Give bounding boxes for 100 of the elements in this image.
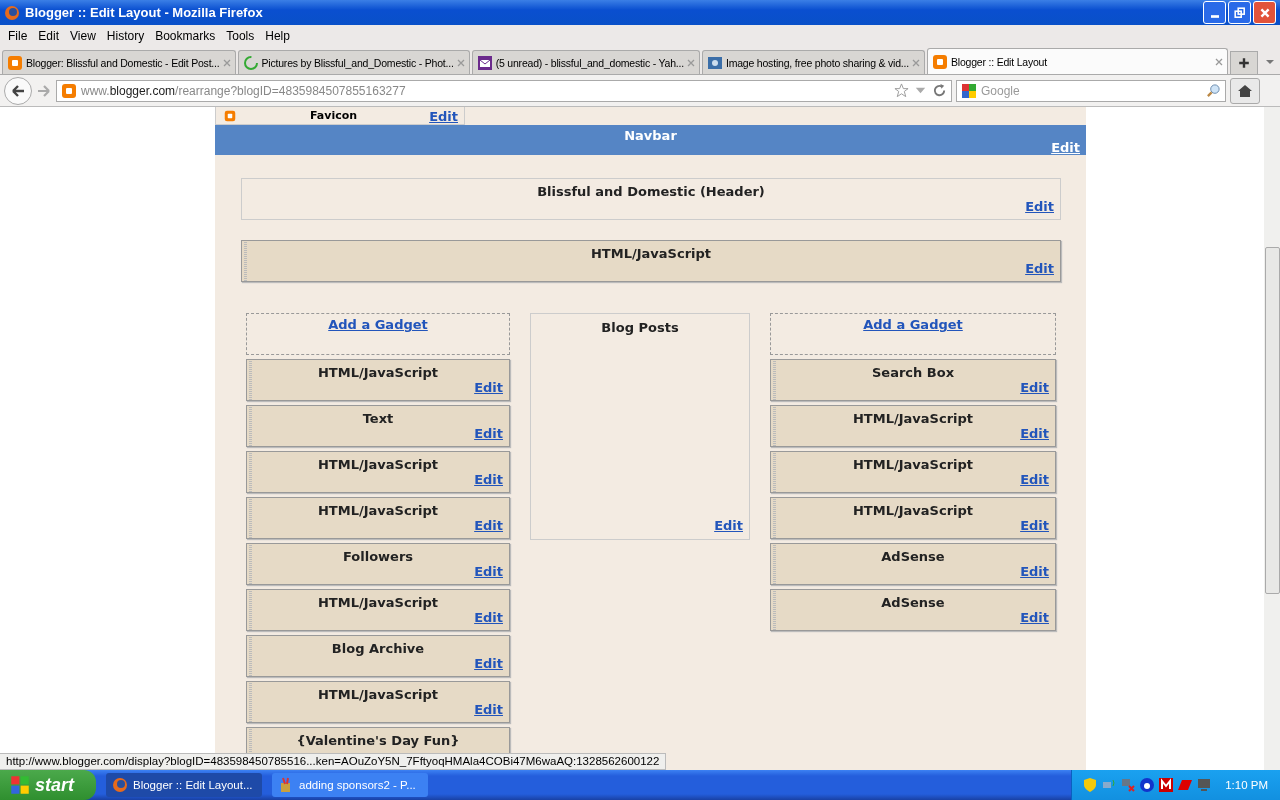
edit-link[interactable]: Edit [474, 380, 503, 395]
edit-link[interactable]: Edit [429, 109, 458, 124]
gadget-title: HTML/JavaScript [317, 503, 439, 519]
add-gadget-link[interactable]: Add a Gadget [863, 317, 963, 333]
menu-item[interactable]: File [4, 28, 35, 43]
search-placeholder: Google [981, 83, 1021, 98]
gadget-box[interactable]: HTML/JavaScript Edit [246, 451, 510, 493]
gadget-title: {Valentine's Day Fun} [295, 733, 461, 749]
edit-link[interactable]: Edit [714, 518, 743, 533]
gadget-box[interactable]: Blog Archive Edit [246, 635, 510, 677]
gadget-title: Text [361, 411, 395, 427]
edit-link[interactable]: Edit [474, 656, 503, 671]
plus-icon [1238, 57, 1250, 69]
browser-tab[interactable]: Blogger: Blissful and Domestic - Edit Post... [2, 50, 236, 74]
menu-item[interactable]: Help [261, 28, 297, 43]
gadget-box[interactable]: HTML/JavaScript Edit [246, 681, 510, 723]
home-button[interactable] [1230, 77, 1260, 104]
edit-link[interactable]: Edit [474, 472, 503, 487]
flag-icon [10, 775, 30, 795]
menu-item[interactable]: View [66, 28, 103, 43]
clock: 1:10 PM [1225, 779, 1268, 791]
gadget-title: Followers [341, 549, 415, 565]
edit-link[interactable]: Edit [1020, 472, 1049, 487]
globe-icon [4, 4, 20, 21]
gadget-box[interactable]: AdSense Edit [770, 589, 1056, 631]
gadget-box[interactable]: HTML/JavaScript Edit [246, 589, 510, 631]
caret-icon[interactable] [1266, 60, 1274, 64]
star-icon[interactable] [894, 83, 909, 98]
close-tab-icon[interactable] [456, 58, 465, 67]
envelope-icon [476, 54, 493, 71]
minimize-icon [1210, 15, 1219, 18]
close-tab-icon[interactable] [222, 58, 231, 67]
gadget-box[interactable]: Text Edit [246, 405, 510, 447]
edit-link[interactable]: Edit [1020, 518, 1049, 533]
browser-tab[interactable]: Blogger :: Edit Layout [927, 48, 1228, 74]
monitor-icon[interactable] [1196, 777, 1213, 793]
taskbar-button[interactable]: adding sponsors2 - P... [272, 773, 428, 797]
gadget-title: Favicon [309, 109, 359, 122]
edit-link[interactable]: Edit [474, 518, 503, 533]
menu-item[interactable]: History [102, 28, 152, 43]
add-gadget-link[interactable]: Add a Gadget [328, 317, 428, 333]
taskbar-button[interactable]: Blogger :: Edit Layout... [106, 773, 262, 797]
blogger-icon [222, 109, 238, 122]
close-button[interactable] [1253, 1, 1276, 24]
edit-link[interactable]: Edit [474, 426, 503, 441]
edit-link[interactable]: Edit [474, 702, 503, 717]
reload-icon[interactable] [932, 83, 947, 98]
browser-tab[interactable]: (5 unread) - blissful_and_domestic - Yah... [471, 50, 700, 74]
close-tab-icon[interactable] [1215, 57, 1223, 66]
close-tab-icon[interactable] [912, 58, 920, 67]
gadget-box[interactable]: HTML/JavaScript Edit [246, 497, 510, 539]
gadget-box[interactable]: HTML/JavaScript Edit [246, 359, 510, 401]
browser-tab[interactable]: Image hosting, free photo sharing & vid... [701, 50, 925, 74]
edit-link[interactable]: Edit [1020, 610, 1049, 625]
gadget-title: Blog Archive [330, 641, 426, 657]
menu-item[interactable]: Tools [222, 28, 262, 43]
gadget-box[interactable]: HTML/JavaScript Edit [770, 497, 1056, 539]
edit-link[interactable]: Edit [1020, 564, 1049, 579]
back-arrow-icon [10, 82, 26, 99]
gadget-box[interactable]: HTML/JavaScript Edit [241, 240, 1061, 282]
search-icon[interactable] [1206, 83, 1221, 98]
gadget-title: HTML/JavaScript [852, 411, 974, 427]
gadget-title: HTML/JavaScript [317, 595, 439, 611]
edit-link[interactable]: Edit [1025, 261, 1054, 276]
restore-icon [1233, 6, 1246, 19]
edit-link[interactable]: Edit [474, 610, 503, 625]
gadget-box[interactable]: HTML/JavaScript Edit [770, 405, 1056, 447]
gadget-title: HTML/JavaScript [317, 687, 439, 703]
gadget-box[interactable]: Followers Edit [246, 543, 510, 585]
gadget-title: Navbar [623, 128, 678, 143]
gadget-title: HTML/JavaScript [852, 457, 974, 473]
close-tab-icon[interactable] [686, 58, 695, 67]
minimize-button[interactable] [1203, 1, 1226, 24]
menu-item[interactable]: Bookmarks [151, 28, 223, 43]
address-bar[interactable]: www.blogger.com/rearrange?blogID=4835984507855163277 [56, 79, 952, 102]
gadget-title: Search Box [870, 365, 956, 381]
gadget-title: AdSense [880, 595, 946, 611]
edit-link[interactable]: Edit [1051, 140, 1080, 155]
gadget-title: HTML/JavaScript [317, 365, 439, 381]
scrollbar[interactable] [1264, 107, 1280, 770]
edit-link[interactable]: Edit [474, 564, 503, 579]
forward-icon[interactable] [36, 82, 52, 99]
restore-button[interactable] [1228, 1, 1251, 24]
edit-link[interactable]: Edit [1020, 380, 1049, 395]
window-title: Blogger :: Edit Layout - Mozilla Firefox [25, 5, 264, 20]
edit-link[interactable]: Edit [1020, 426, 1049, 441]
close-icon [1258, 6, 1271, 19]
gadget-box[interactable]: HTML/JavaScript Edit [770, 451, 1056, 493]
globe-icon [112, 777, 128, 793]
google-icon [961, 82, 977, 99]
circle-icon[interactable] [1139, 777, 1156, 793]
back-button[interactable] [4, 76, 32, 105]
browser-tab[interactable]: Pictures by Blissful_and_Domestic - Phot... [237, 50, 470, 74]
new-tab-button[interactable] [1230, 51, 1258, 74]
edit-link[interactable]: Edit [1025, 199, 1054, 214]
menu-item[interactable]: Edit [34, 28, 67, 43]
gadget-box[interactable]: AdSense Edit [770, 543, 1056, 585]
gadget-box[interactable]: Search Box Edit [770, 359, 1056, 401]
gadget-title: HTML/JavaScript [317, 457, 439, 473]
start-button[interactable]: start [0, 770, 96, 800]
